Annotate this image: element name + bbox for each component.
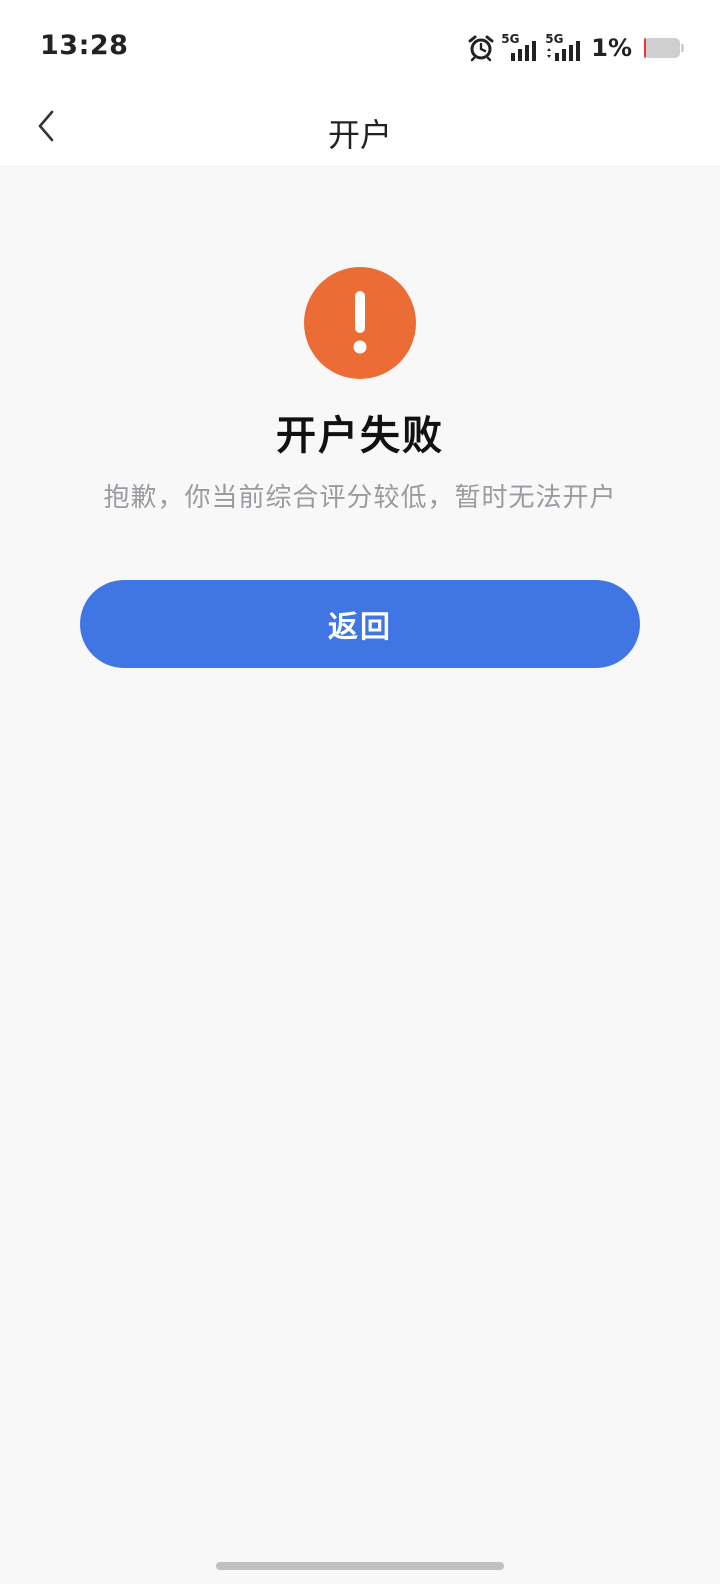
page-title: 开户	[327, 116, 392, 154]
signal-5g-icon: 5G	[545, 33, 583, 63]
return-button[interactable]: 返回	[80, 580, 640, 668]
battery-icon	[644, 38, 684, 58]
signal-5g-icon: 5G	[501, 33, 539, 63]
status-time: 13:28	[40, 30, 129, 61]
warning-exclamation-icon	[304, 267, 416, 379]
status-bar: 13:28 5G 5G 1%	[0, 0, 720, 92]
result-title: 开户失败	[276, 413, 444, 459]
status-icons: 5G 5G 1%	[467, 30, 684, 66]
alarm-icon	[467, 34, 495, 62]
result-description: 抱歉，你当前综合评分较低，暂时无法开户	[103, 483, 617, 513]
home-indicator[interactable]	[216, 1562, 504, 1570]
nav-bar: 开户	[0, 92, 720, 167]
result-content: 开户失败 抱歉，你当前综合评分较低，暂时无法开户 返回	[0, 167, 720, 1584]
battery-percent: 1%	[591, 34, 632, 62]
